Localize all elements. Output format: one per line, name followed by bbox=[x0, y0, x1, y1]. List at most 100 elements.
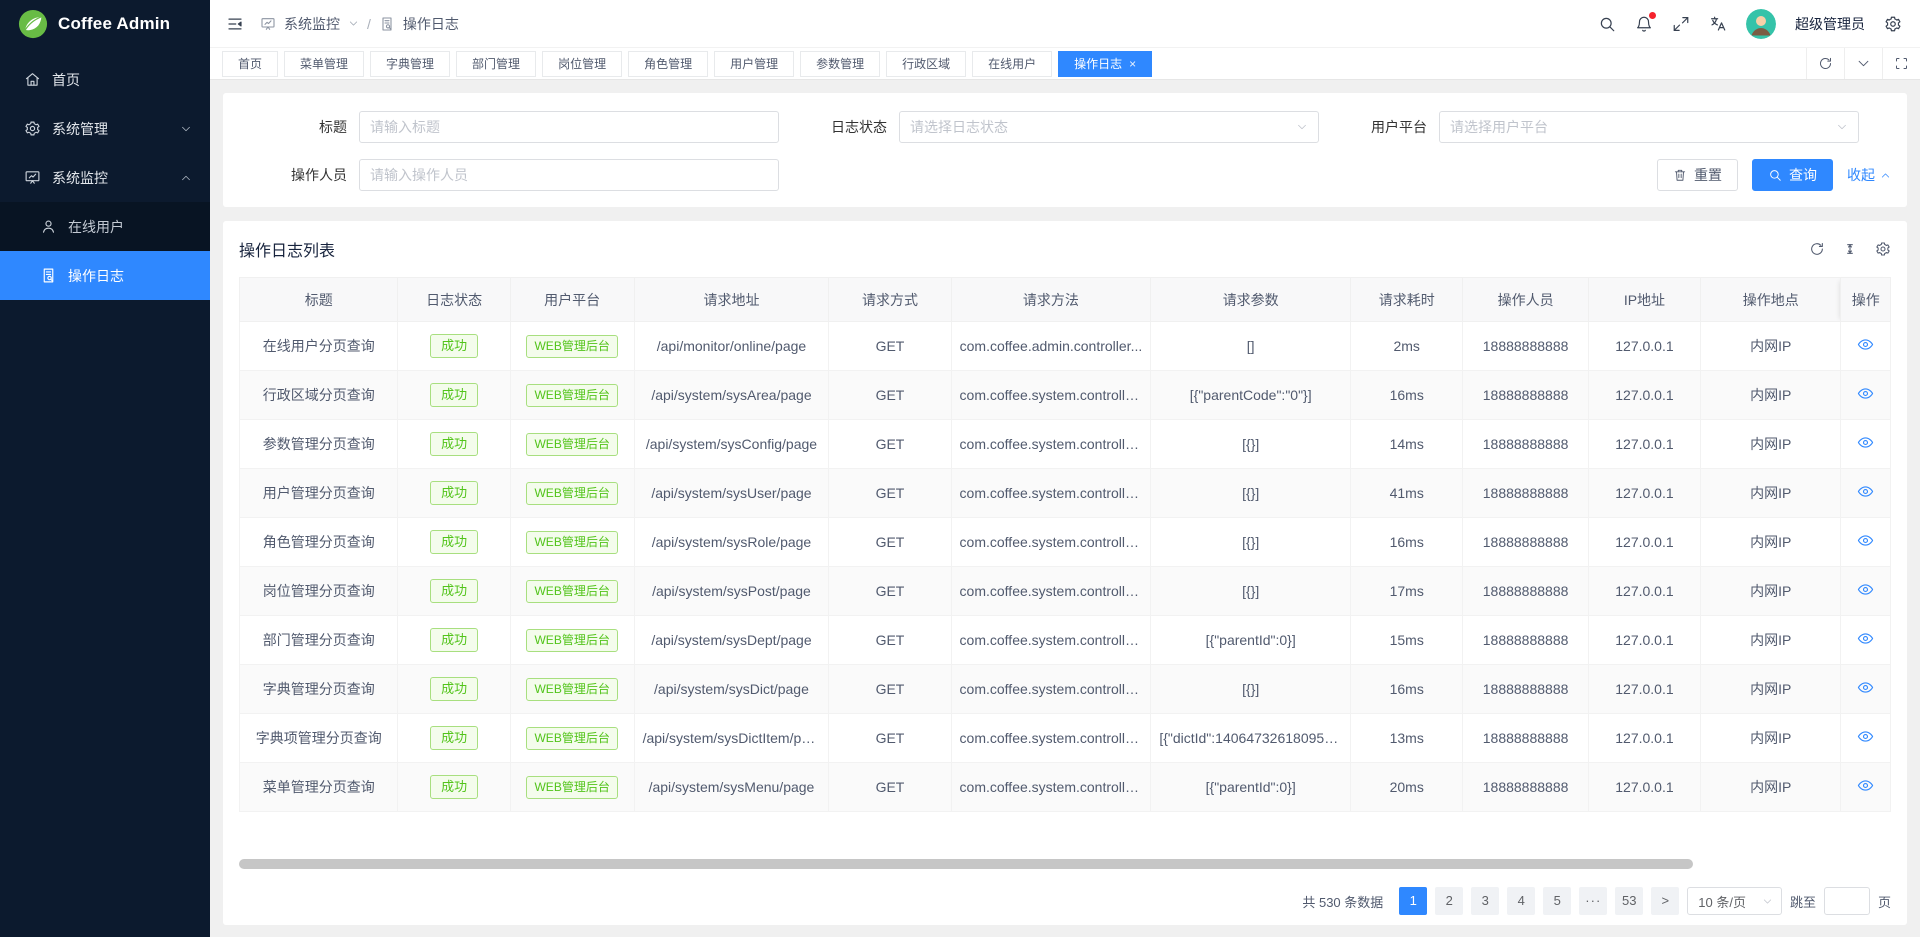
cell-ip: 127.0.0.1 bbox=[1588, 518, 1700, 567]
view-detail-eye-icon[interactable] bbox=[1857, 581, 1874, 598]
sidebar-item-system-management[interactable]: 系统管理 bbox=[0, 104, 210, 153]
sidebar-item-online-users[interactable]: 在线用户 bbox=[0, 202, 210, 251]
tab-label: 首页 bbox=[238, 52, 262, 76]
tab-角色管理[interactable]: 角色管理 bbox=[628, 51, 708, 77]
view-detail-eye-icon[interactable] bbox=[1857, 630, 1874, 647]
status-badge: 成功 bbox=[430, 677, 478, 701]
log-status-placeholder: 请选择日志状态 bbox=[910, 117, 1008, 137]
refresh-tab-icon[interactable] bbox=[1806, 48, 1844, 79]
cell-title: 字典项管理分页查询 bbox=[240, 714, 398, 763]
tab-部门管理[interactable]: 部门管理 bbox=[456, 51, 536, 77]
cell-action bbox=[1841, 714, 1891, 763]
page-button-53[interactable]: 53 bbox=[1615, 887, 1643, 915]
tab-参数管理[interactable]: 参数管理 bbox=[800, 51, 880, 77]
page-ellipsis[interactable]: ··· bbox=[1579, 887, 1607, 915]
operator-input[interactable] bbox=[359, 159, 779, 191]
cell-title: 参数管理分页查询 bbox=[240, 420, 398, 469]
topbar-left: 系统监控 / 操作日志 bbox=[226, 14, 459, 34]
chevron-down-icon[interactable] bbox=[348, 18, 359, 29]
cell-status: 成功 bbox=[398, 518, 510, 567]
cell-action bbox=[1841, 616, 1891, 665]
chevron-down-icon bbox=[180, 123, 192, 135]
view-detail-eye-icon[interactable] bbox=[1857, 385, 1874, 402]
sidebar-item-label: 系统管理 bbox=[52, 119, 180, 139]
view-detail-eye-icon[interactable] bbox=[1857, 483, 1874, 500]
sidebar-item-system-monitor[interactable]: 系统监控 bbox=[0, 153, 210, 202]
tab-actions bbox=[1806, 48, 1920, 79]
cell-action bbox=[1841, 763, 1891, 812]
reset-button[interactable]: 重置 bbox=[1657, 159, 1738, 191]
horizontal-scrollbar-thumb[interactable] bbox=[239, 859, 1693, 869]
page-button-5[interactable]: 5 bbox=[1543, 887, 1571, 915]
user-platform-select[interactable]: 请选择用户平台 bbox=[1439, 111, 1859, 143]
page-button-2[interactable]: 2 bbox=[1435, 887, 1463, 915]
next-page-button[interactable]: > bbox=[1651, 887, 1679, 915]
cell-params: [{"dictId":140647326180950... bbox=[1151, 714, 1351, 763]
current-user-name[interactable]: 超级管理员 bbox=[1795, 14, 1865, 34]
tab-菜单管理[interactable]: 菜单管理 bbox=[284, 51, 364, 77]
column-header: 请求地址 bbox=[634, 278, 829, 322]
collapse-filter-link[interactable]: 收起 bbox=[1847, 165, 1891, 185]
row-density-icon[interactable] bbox=[1842, 241, 1858, 257]
view-detail-eye-icon[interactable] bbox=[1857, 777, 1874, 794]
page-button-1[interactable]: 1 bbox=[1399, 887, 1427, 915]
cell-ip: 127.0.0.1 bbox=[1588, 420, 1700, 469]
status-badge: 成功 bbox=[430, 383, 478, 407]
sidebar-item-label: 系统监控 bbox=[52, 168, 180, 188]
view-detail-eye-icon[interactable] bbox=[1857, 532, 1874, 549]
log-status-select[interactable]: 请选择日志状态 bbox=[899, 111, 1319, 143]
view-detail-eye-icon[interactable] bbox=[1857, 728, 1874, 745]
tab-首页[interactable]: 首页 bbox=[222, 51, 278, 77]
settings-gear-icon[interactable] bbox=[1884, 15, 1902, 33]
cell-handler: com.coffee.system.controlle... bbox=[951, 371, 1151, 420]
tab-行政区域[interactable]: 行政区域 bbox=[886, 51, 966, 77]
title-input[interactable] bbox=[359, 111, 779, 143]
maximize-content-icon[interactable] bbox=[1882, 48, 1920, 79]
search-icon[interactable] bbox=[1598, 15, 1616, 33]
tab-在线用户[interactable]: 在线用户 bbox=[972, 51, 1052, 77]
cell-title: 用户管理分页查询 bbox=[240, 469, 398, 518]
fullscreen-icon[interactable] bbox=[1672, 15, 1690, 33]
tab-操作日志[interactable]: 操作日志× bbox=[1058, 51, 1152, 77]
content: 标题 日志状态 请选择日志状态 用户平台 请选择用户平台 bbox=[210, 80, 1920, 937]
avatar[interactable] bbox=[1746, 9, 1776, 39]
view-detail-eye-icon[interactable] bbox=[1857, 336, 1874, 353]
column-header: 日志状态 bbox=[398, 278, 510, 322]
column-settings-icon[interactable] bbox=[1875, 241, 1891, 257]
page-button-3[interactable]: 3 bbox=[1471, 887, 1499, 915]
sidebar-item-home[interactable]: 首页 bbox=[0, 55, 210, 104]
column-header: 标题 bbox=[240, 278, 398, 322]
operator-label: 操作人员 bbox=[239, 165, 359, 185]
page-size-select[interactable]: 10 条/页 bbox=[1687, 887, 1782, 915]
cell-method: GET bbox=[829, 469, 951, 518]
translate-icon[interactable] bbox=[1709, 15, 1727, 33]
tab-岗位管理[interactable]: 岗位管理 bbox=[542, 51, 622, 77]
cell-params: [{"parentId":0}] bbox=[1151, 763, 1351, 812]
breadcrumb-section[interactable]: 系统监控 bbox=[284, 14, 340, 34]
table-title: 操作日志列表 bbox=[239, 237, 335, 261]
platform-badge: WEB管理后台 bbox=[526, 776, 617, 799]
jump-page-input[interactable] bbox=[1824, 887, 1870, 915]
brand: Coffee Admin bbox=[0, 0, 210, 47]
cell-params: [{}] bbox=[1151, 420, 1351, 469]
tab-menu-chevron-icon[interactable] bbox=[1844, 48, 1882, 79]
tab-用户管理[interactable]: 用户管理 bbox=[714, 51, 794, 77]
notification-dot bbox=[1649, 12, 1656, 19]
notification-bell[interactable] bbox=[1635, 15, 1653, 33]
sidebar-collapse-icon[interactable] bbox=[226, 15, 244, 33]
cell-operator: 18888888888 bbox=[1463, 322, 1588, 371]
user-icon bbox=[40, 218, 57, 235]
view-detail-eye-icon[interactable] bbox=[1857, 434, 1874, 451]
cell-operator: 18888888888 bbox=[1463, 371, 1588, 420]
sidebar-item-operation-log[interactable]: 操作日志 bbox=[0, 251, 210, 300]
monitor-icon bbox=[24, 169, 41, 186]
refresh-table-icon[interactable] bbox=[1809, 241, 1825, 257]
cell-params: [{}] bbox=[1151, 469, 1351, 518]
view-detail-eye-icon[interactable] bbox=[1857, 679, 1874, 696]
platform-badge: WEB管理后台 bbox=[526, 580, 617, 603]
search-button[interactable]: 查询 bbox=[1752, 159, 1833, 191]
cell-action bbox=[1841, 469, 1891, 518]
tab-字典管理[interactable]: 字典管理 bbox=[370, 51, 450, 77]
page-button-4[interactable]: 4 bbox=[1507, 887, 1535, 915]
tab-close-icon[interactable]: × bbox=[1129, 58, 1136, 70]
